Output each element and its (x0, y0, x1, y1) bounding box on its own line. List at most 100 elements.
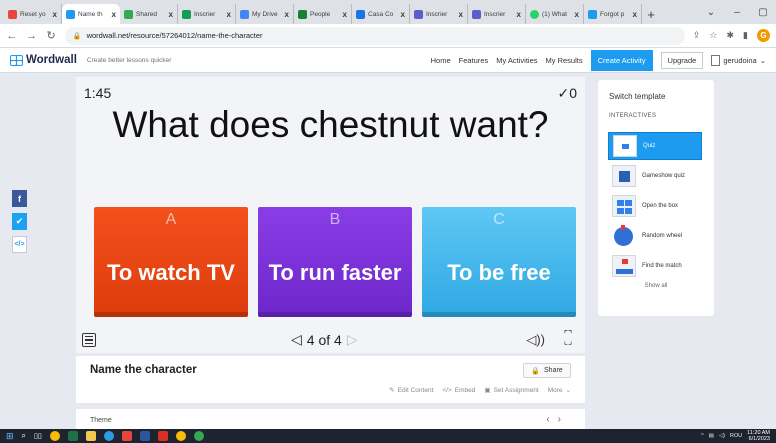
template-quiz[interactable]: Quiz (608, 132, 702, 160)
task-view-icon[interactable]: ▯▯ (34, 432, 42, 440)
template-open-the-box[interactable]: Open the box (608, 192, 702, 220)
tab-close-icon[interactable]: x (517, 10, 521, 19)
assignment-icon: ▣ (484, 387, 491, 394)
sound-icon[interactable]: ◁)) (526, 332, 545, 348)
tab-close-icon[interactable]: x (227, 10, 231, 19)
tab-close-icon[interactable]: x (285, 10, 289, 19)
user-menu[interactable]: gerudoina ⌄ (711, 54, 766, 66)
browser-tab[interactable]: Inscrier x (178, 4, 236, 24)
answer-option-b[interactable]: B To run faster (258, 207, 412, 317)
template-random-wheel[interactable]: Random wheel (608, 222, 702, 250)
browser-tab[interactable]: Shared x (120, 4, 178, 24)
tab-close-icon[interactable]: x (169, 10, 173, 19)
create-activity-button[interactable]: Create Activity (590, 49, 653, 71)
chrome-icon[interactable] (175, 431, 186, 441)
browser-tab-strip: Reset yo x Name th x Shared x Inscrier x My … (0, 0, 776, 24)
maximize-button[interactable]: ▢ (750, 0, 776, 24)
lock-icon: 🔒 (72, 32, 82, 40)
address-bar[interactable]: 🔒 wordwall.net/resource/57264012/name-th… (64, 26, 685, 45)
language-indicator[interactable]: ROU (730, 433, 742, 439)
browser-tab-active[interactable]: Name th x (62, 4, 120, 24)
windows-start-icon[interactable]: ⊞ (6, 431, 14, 442)
tab-close-icon[interactable]: x (343, 10, 347, 19)
template-gameshow-quiz[interactable]: Gameshow quiz (608, 162, 702, 190)
tab-close-icon[interactable]: x (112, 10, 116, 19)
username: gerudoina (723, 55, 757, 65)
sidepanel-icon[interactable]: ▮ (743, 30, 748, 41)
minimize-button[interactable]: – (724, 0, 750, 24)
excel-icon[interactable] (67, 431, 78, 441)
word-icon[interactable] (139, 431, 150, 441)
browser-tab[interactable]: Reset yo x (4, 4, 62, 24)
file-explorer-icon[interactable] (85, 431, 96, 441)
next-icon[interactable]: ▷ (347, 331, 358, 348)
theme-panel: Theme ‹› (76, 409, 585, 429)
theme-arrows[interactable]: ‹› (546, 414, 569, 425)
browser-tab[interactable]: Inscrier x (410, 4, 468, 24)
quiz-activity: 1:45 ✓0 What does chestnut want? A To wa… (76, 77, 585, 353)
tab-search-icon[interactable]: ⌄ (698, 0, 724, 24)
drive-icon (124, 9, 133, 19)
answer-option-c[interactable]: C To be free (422, 207, 576, 317)
nav-my-results[interactable]: My Results (546, 56, 583, 65)
back-icon[interactable]: ← (6, 30, 18, 42)
edge-icon[interactable] (103, 431, 114, 441)
template-find-the-match[interactable]: Find the match (608, 252, 702, 280)
edit-content-link[interactable]: ✎ Edit Content (389, 386, 433, 395)
checkmark-icon: ✓ (557, 85, 570, 101)
forward-icon[interactable]: → (26, 30, 38, 42)
window-controls: ⌄ – ▢ (698, 0, 776, 24)
tray-expand-icon[interactable]: ^ (701, 433, 704, 439)
answer-option-a[interactable]: A To watch TV (94, 207, 248, 317)
nav-features[interactable]: Features (459, 56, 489, 65)
tab-close-icon[interactable]: x (401, 10, 405, 19)
answer-letter: A (165, 211, 177, 228)
browser-tab[interactable]: Inscrier x (468, 4, 526, 24)
set-assignment-link[interactable]: ▣ Set Assignment (484, 386, 538, 395)
show-all-link[interactable]: Show all (598, 283, 714, 289)
nav-home[interactable]: Home (431, 56, 451, 65)
app-icon[interactable] (121, 431, 132, 441)
embed-code-icon[interactable]: </> (12, 236, 27, 253)
profile-avatar[interactable]: G (757, 29, 770, 42)
tab-close-icon[interactable]: x (575, 10, 579, 19)
wordwall-logo[interactable]: Wordwall (10, 54, 77, 66)
facebook-share-icon[interactable]: f (12, 190, 27, 207)
answer-text: To run faster (268, 260, 402, 285)
tab-close-icon[interactable]: x (459, 10, 463, 19)
chevron-down-icon: ⌄ (759, 55, 766, 65)
volume-icon[interactable]: ◁) (719, 433, 725, 439)
browser-tab[interactable]: Casa Co x (352, 4, 410, 24)
chrome-icon[interactable] (193, 431, 204, 441)
new-tab-button[interactable]: + (642, 4, 660, 24)
chrome-icon[interactable] (49, 431, 60, 441)
nav-my-activities[interactable]: My Activities (496, 56, 537, 65)
acrobat-icon[interactable] (157, 431, 168, 441)
clock[interactable]: 11:20 AM 6/1/2023 (747, 430, 770, 442)
bookmark-star-icon[interactable]: ☆ (709, 30, 717, 41)
browser-tab[interactable]: (1) What x (526, 4, 584, 24)
more-link[interactable]: More ⌄ (548, 386, 571, 395)
menu-icon[interactable] (82, 333, 96, 347)
tab-close-icon[interactable]: x (633, 10, 637, 19)
browser-tab[interactable]: Forgot px (584, 4, 642, 24)
search-icon[interactable]: ⌕ (22, 431, 26, 441)
previous-icon[interactable]: ◁ (291, 331, 302, 348)
extensions-icon[interactable]: ✱ (727, 30, 735, 41)
upgrade-button[interactable]: Upgrade (660, 51, 704, 69)
reload-icon[interactable]: ↻ (45, 29, 57, 42)
tab-close-icon[interactable]: x (53, 10, 57, 19)
share-page-icon[interactable]: ⇪ (693, 30, 701, 41)
network-icon[interactable]: ▤ (709, 433, 714, 439)
browser-tab[interactable]: People x (294, 4, 352, 24)
answer-letter: C (493, 211, 505, 228)
sheets-icon (182, 9, 191, 19)
lock-icon: 🔒 (531, 367, 541, 375)
share-button[interactable]: 🔒 Share (523, 363, 571, 378)
fullscreen-icon[interactable]: ⌜⌝ ⌞⌟ (561, 330, 575, 346)
browser-tab[interactable]: My Drive x (236, 4, 294, 24)
quiz-template-icon (613, 135, 637, 157)
twitter-share-icon[interactable]: ✔ (12, 213, 27, 230)
embed-link[interactable]: </> Embed (442, 386, 475, 394)
random-wheel-template-icon (612, 225, 636, 247)
